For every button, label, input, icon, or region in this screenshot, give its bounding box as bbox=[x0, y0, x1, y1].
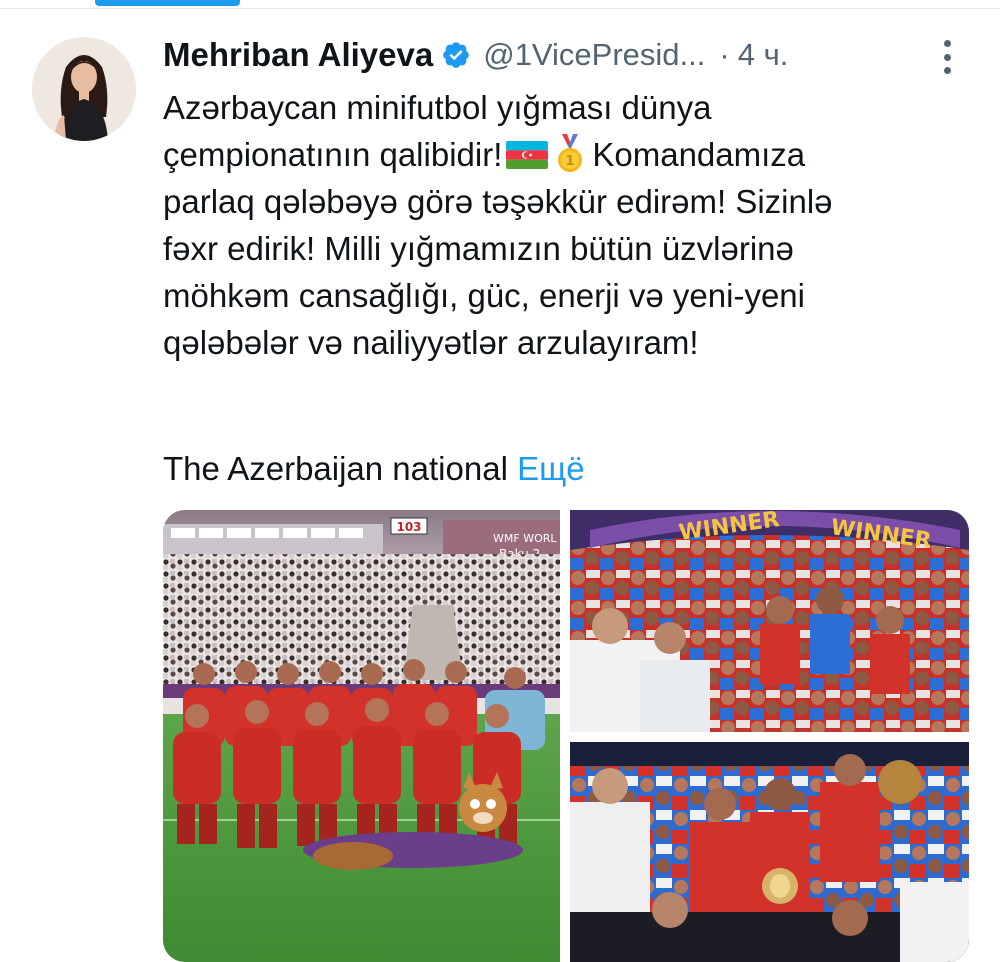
tweet-line: qələbələr və nailiyyətlər arzulayıram! bbox=[163, 324, 699, 361]
banner-text: WMF WORL bbox=[493, 532, 557, 545]
avatar-image bbox=[32, 37, 136, 141]
media-grid: 103 WMF WORL Baku 2 bbox=[163, 510, 969, 962]
tweet-text: Azərbaycan minifutbol yığması dünya çemp… bbox=[163, 84, 963, 366]
verified-badge-icon bbox=[443, 42, 470, 68]
separator-dot: · bbox=[719, 37, 730, 72]
svg-text:1: 1 bbox=[566, 154, 575, 169]
trophy-photo[interactable] bbox=[570, 742, 969, 962]
tweet-line-part: Komandamıza bbox=[592, 136, 806, 173]
scoreboard-number: 103 bbox=[396, 520, 421, 534]
gold-medal-icon: 1 bbox=[558, 134, 583, 172]
show-more-link[interactable]: Ещё bbox=[517, 450, 585, 487]
tweet-line: çempionatının qalibidir! 1 Komandamıza bbox=[163, 131, 963, 178]
celebration-photo-image: WINNER WINNER bbox=[570, 510, 969, 732]
team-photo-image: 103 WMF WORL Baku 2 bbox=[163, 510, 560, 962]
avatar[interactable] bbox=[32, 37, 136, 141]
tweet-line: parlaq qələbəyə görə təşəkkür edirəm! Si… bbox=[163, 183, 833, 220]
tweet-header: Mehriban Aliyeva @1VicePresid... · 4 ч. bbox=[163, 32, 973, 78]
active-tab-indicator bbox=[95, 0, 240, 6]
tweet-line: Azərbaycan minifutbol yığması dünya bbox=[163, 89, 712, 126]
trophy-photo-image bbox=[570, 742, 969, 962]
more-options-icon[interactable] bbox=[930, 38, 964, 76]
azerbaijan-flag-icon bbox=[506, 141, 549, 169]
translation-text: The Azerbaijan national bbox=[163, 450, 508, 487]
celebration-photo[interactable]: WINNER WINNER bbox=[570, 510, 969, 732]
tweet-line: möhkəm cansağlığı, güc, enerji və yeni-y… bbox=[163, 277, 805, 314]
author-handle[interactable]: @1VicePresid... bbox=[483, 37, 705, 73]
tweet-line: fəxr edirik! Milli yığmamızın bütün üzvl… bbox=[163, 230, 794, 267]
top-divider bbox=[0, 8, 1000, 9]
translation-preview: The Azerbaijan national Ещё bbox=[163, 445, 585, 492]
timestamp[interactable]: 4 ч. bbox=[738, 37, 789, 73]
author-name[interactable]: Mehriban Aliyeva bbox=[163, 36, 433, 74]
tweet-line-part: çempionatının qalibidir! bbox=[163, 136, 503, 173]
team-photo[interactable]: 103 WMF WORL Baku 2 bbox=[163, 510, 560, 962]
